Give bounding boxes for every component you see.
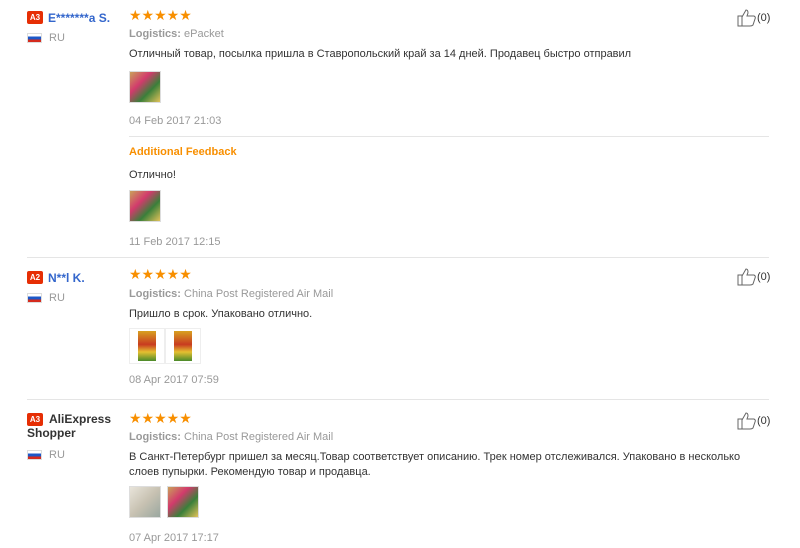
- reviewer-2: A2 N**l K.: [27, 269, 85, 287]
- reviewer-country: RU: [27, 32, 65, 44]
- reviewer-name[interactable]: AliExpress: [49, 412, 111, 426]
- divider: [129, 136, 769, 137]
- review-date: 04 Feb 2017 21:03: [129, 115, 222, 127]
- reviewer-1: A3 E*******a S.: [27, 9, 110, 27]
- like-count: (0): [757, 11, 771, 24]
- review-text: Отличный товар, посылка пришла в Ставроп…: [129, 48, 632, 60]
- review-text: Пришло в срок. Упаковано отлично.: [129, 308, 313, 320]
- reviewer-3: A3 AliExpress Shopper: [27, 412, 111, 440]
- review-date: 07 Apr 2017 17:17: [129, 532, 219, 544]
- like-count: (0): [757, 270, 771, 283]
- reviewer-country: RU: [27, 292, 65, 304]
- logistics-value: ePacket: [184, 28, 224, 40]
- review-divider: [27, 399, 769, 400]
- russia-flag-icon: [27, 293, 42, 304]
- russia-flag-icon: [27, 450, 42, 461]
- thumbs-up-icon: [737, 268, 756, 286]
- country-code: RU: [49, 449, 65, 461]
- additional-feedback-label: Additional Feedback: [129, 146, 237, 158]
- star-rating: ★★★★★: [129, 410, 192, 426]
- russia-flag-icon: [27, 33, 42, 44]
- country-code: RU: [49, 32, 65, 44]
- reviewer-name[interactable]: E*******a S.: [48, 11, 110, 25]
- logistics-line: Logistics: ePacket: [129, 28, 224, 40]
- star-rating: ★★★★★: [129, 7, 192, 23]
- logistics-line: Logistics: China Post Registered Air Mai…: [129, 431, 333, 443]
- logistics-value: China Post Registered Air Mail: [184, 431, 334, 443]
- logistics-line: Logistics: China Post Registered Air Mai…: [129, 288, 333, 300]
- logistics-label: Logistics:: [129, 288, 181, 300]
- review-divider: [27, 257, 769, 258]
- reviewer-name-line2[interactable]: Shopper: [27, 426, 76, 440]
- like-button[interactable]: (0): [737, 268, 770, 286]
- additional-feedback-photo[interactable]: [129, 190, 161, 222]
- review-photo[interactable]: [129, 328, 165, 364]
- additional-feedback-date: 11 Feb 2017 12:15: [129, 236, 221, 248]
- thumbs-up-icon: [737, 9, 756, 27]
- star-rating: ★★★★★: [129, 266, 192, 282]
- reviewer-country: RU: [27, 449, 65, 461]
- additional-feedback-text: Отлично!: [129, 169, 176, 181]
- thumbs-up-icon: [737, 412, 756, 430]
- buyer-level-badge: A2: [27, 271, 43, 285]
- review-date: 08 Apr 2017 07:59: [129, 374, 219, 386]
- review-photo[interactable]: [129, 486, 161, 518]
- logistics-label: Logistics:: [129, 431, 181, 443]
- buyer-level-badge: A3: [27, 412, 43, 426]
- logistics-label: Logistics:: [129, 28, 181, 40]
- buyer-level-badge: A3: [27, 11, 43, 25]
- like-button[interactable]: (0): [737, 412, 770, 430]
- review-photo[interactable]: [167, 486, 199, 518]
- like-button[interactable]: (0): [737, 9, 770, 27]
- logistics-value: China Post Registered Air Mail: [184, 288, 334, 300]
- country-code: RU: [49, 292, 65, 304]
- review-photo[interactable]: [129, 71, 161, 103]
- review-photo[interactable]: [165, 328, 201, 364]
- reviewer-name[interactable]: N**l K.: [48, 271, 85, 285]
- like-count: (0): [757, 414, 771, 427]
- review-text: В Санкт-Петербург пришел за месяц.Товар …: [129, 451, 741, 478]
